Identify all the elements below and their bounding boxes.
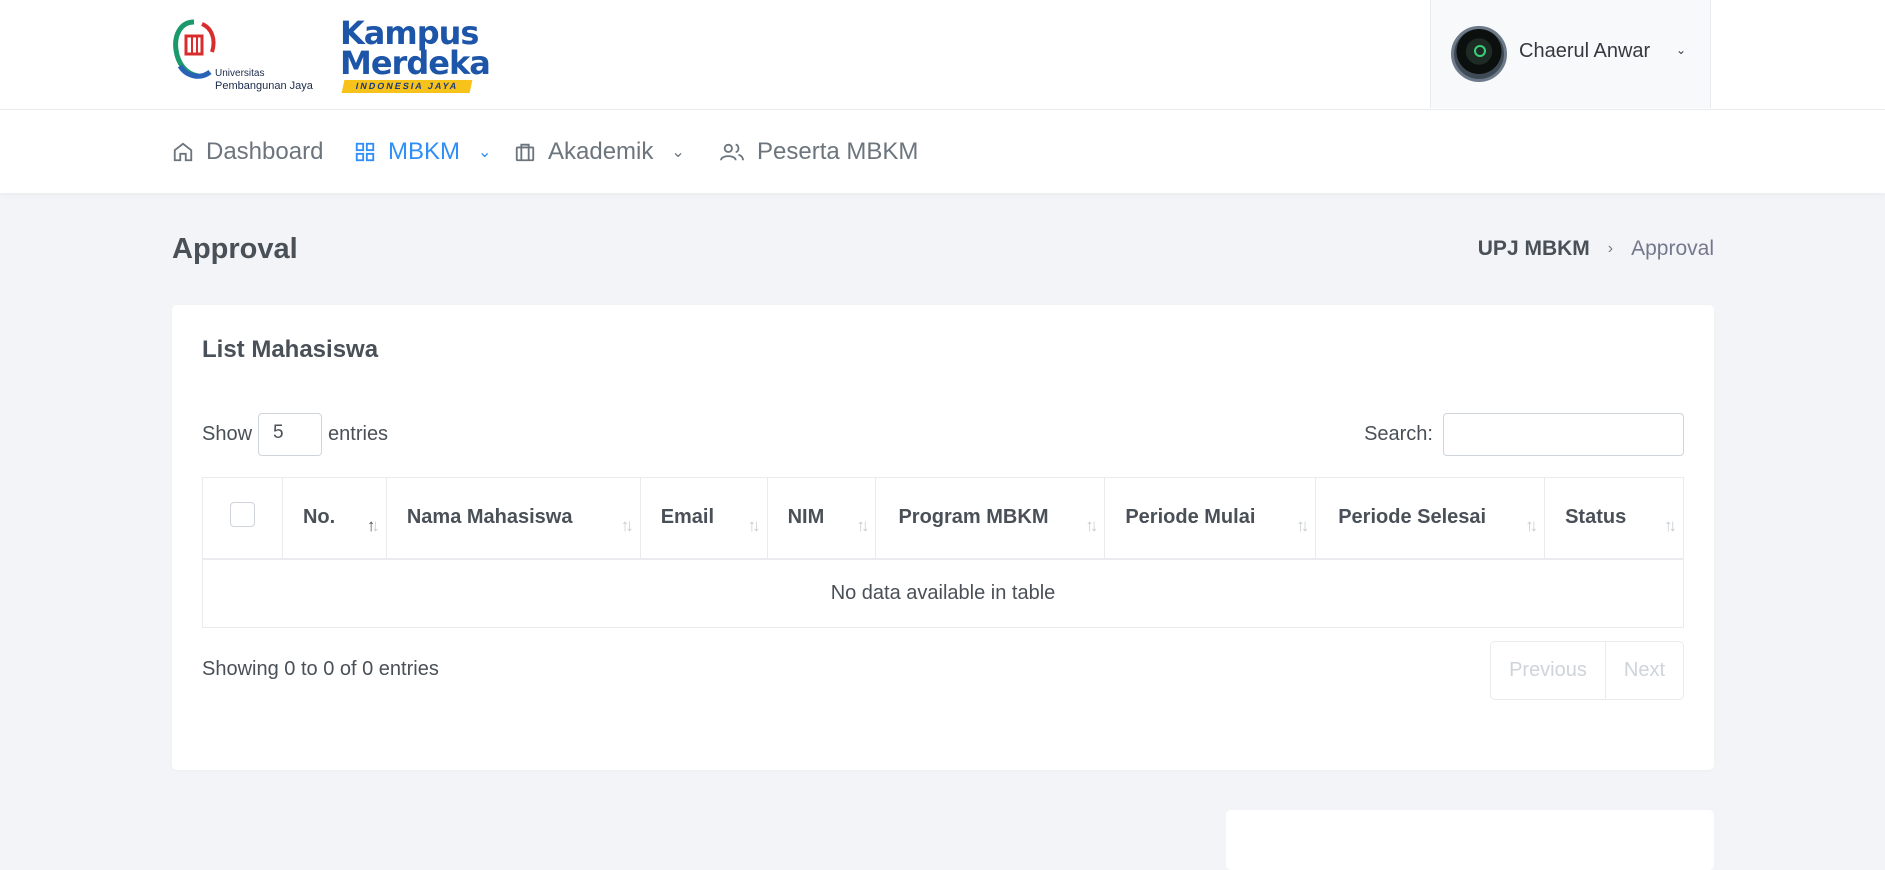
breadcrumb-current: Approval [1631,237,1714,260]
nav-peserta-mbkm[interactable]: Peserta MBKM [719,136,918,168]
page-title: Approval [172,233,298,265]
column-header-periode-selesai-label: Periode Selesai [1338,506,1487,529]
column-header-email-label: Email [660,506,715,529]
upj-logo-line1: Universitas [215,68,265,79]
column-header-status[interactable]: Status ↑↓ [1544,477,1684,560]
nav-mbkm[interactable]: MBKM ⌄ [354,136,491,168]
chevron-down-icon: ⌄ [671,144,685,161]
topbar: Universitas Pembangunan Jaya Kampus Merd… [0,0,1885,110]
select-all-header [202,477,283,560]
kampus-merdeka-logo[interactable]: Kampus Merdeka INDONESIA JAYA [340,16,491,94]
chevron-right-icon: › [1607,240,1614,257]
nav-dashboard-label: Dashboard [206,138,324,165]
grid-icon [355,142,375,162]
nav-akademik-label: Akademik [548,138,654,165]
search-label: Search: [1364,423,1433,445]
column-header-nama[interactable]: Nama Mahasiswa ↑↓ [385,477,641,560]
entries-length: Show 5 entries [202,413,388,456]
sort-icon: ↑↓ [1085,516,1098,535]
briefcase-icon [515,143,535,162]
column-header-email[interactable]: Email ↑↓ [639,477,768,560]
secondary-card [1226,810,1714,870]
user-name: Chaerul Anwar [1519,40,1651,62]
table-row: No data available in table [202,558,1684,628]
column-header-nim[interactable]: NIM ↑↓ [766,477,877,560]
sort-icon: ↑↓ [856,516,869,535]
search-input[interactable] [1443,413,1684,456]
km-logo-line2: Merdeka [340,44,491,82]
column-header-no-label: No. [302,506,336,529]
empty-table-message: No data available in table [202,558,1684,628]
students-table: No. ↑↓ Nama Mahasiswa ↑↓ Email ↑↓ NIM ↑↓… [202,477,1684,628]
sort-icon: ↑↓ [1525,516,1538,535]
column-header-periode-mulai[interactable]: Periode Mulai ↑↓ [1104,477,1317,560]
upj-logo[interactable]: Universitas Pembangunan Jaya [172,18,322,92]
upj-logo-line2: Pembangunan Jaya [215,80,313,92]
entries-label: entries [328,423,389,445]
table-header-row: No. ↑↓ Nama Mahasiswa ↑↓ Email ↑↓ NIM ↑↓… [202,477,1684,560]
sort-icon: ↑↓ [747,516,761,535]
home-icon [173,142,193,162]
main-nav: Dashboard MBKM ⌄ Akademik ⌄ Peserta MBKM [0,110,1885,193]
show-label: Show [202,423,253,445]
nav-akademik[interactable]: Akademik ⌄ [514,136,685,168]
column-header-status-label: Status [1565,506,1627,529]
sort-icon: ↑↓ [620,516,634,535]
users-icon [720,143,744,161]
table-search: Search: [1364,413,1684,456]
student-list-card: List Mahasiswa Show 5 entries Search: No… [172,305,1714,770]
user-menu[interactable]: Chaerul Anwar ⌄ [1430,0,1711,108]
avatar [1451,26,1507,82]
select-all-checkbox[interactable] [229,502,255,528]
column-header-periode-selesai[interactable]: Periode Selesai ↑↓ [1315,477,1546,560]
km-logo-line3: INDONESIA JAYA [341,80,473,93]
previous-button[interactable]: Previous [1491,642,1605,699]
column-header-no[interactable]: No. ↑↓ [281,477,387,560]
breadcrumb-home[interactable]: UPJ MBKM [1478,237,1590,261]
breadcrumb: UPJ MBKM › Approval [1478,237,1714,261]
column-header-periode-mulai-label: Periode Mulai [1125,506,1256,529]
sort-icon: ↑↓ [1296,516,1309,535]
column-header-nama-label: Nama Mahasiswa [406,506,573,529]
sort-icon: ↑↓ [1664,516,1677,535]
column-header-nim-label: NIM [787,506,825,529]
next-button[interactable]: Next [1604,642,1683,699]
nav-mbkm-label: MBKM [388,138,460,165]
sort-asc-icon: ↑↓ [366,516,380,535]
card-title: List Mahasiswa [202,336,379,363]
column-header-program-label: Program MBKM [898,506,1049,529]
nav-peserta-label: Peserta MBKM [757,138,919,165]
pagination: Previous Next [1490,641,1684,700]
nav-dashboard[interactable]: Dashboard [172,136,323,168]
table-info: Showing 0 to 0 of 0 entries [202,658,439,680]
column-header-program[interactable]: Program MBKM ↑↓ [875,477,1106,560]
chevron-down-icon: ⌄ [1676,43,1687,57]
chevron-down-icon: ⌄ [478,144,492,161]
entries-select[interactable]: 5 [258,413,323,456]
